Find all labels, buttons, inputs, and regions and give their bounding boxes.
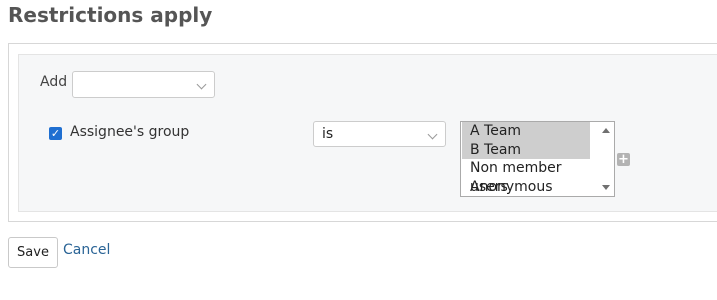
operator-value: is (322, 126, 334, 142)
add-label: Add (40, 74, 68, 90)
chevron-down-icon (427, 129, 438, 140)
list-option-non-member-users[interactable]: Non member users (461, 159, 589, 195)
add-condition-select[interactable] (72, 71, 215, 98)
add-values-button[interactable]: + (617, 153, 630, 166)
list-option-b-team[interactable]: B Team (462, 140, 590, 159)
list-option-a-team[interactable]: A Team (462, 122, 590, 141)
page-title: Restrictions apply (8, 3, 213, 27)
list-option-anonymous-users[interactable]: Anonymous users (461, 178, 589, 197)
save-button[interactable]: Save (8, 237, 58, 268)
assignee-group-checkbox[interactable]: ✓ (49, 127, 62, 140)
checkmark-icon: ✓ (50, 127, 61, 140)
cancel-link[interactable]: Cancel (63, 242, 110, 258)
chevron-down-icon (196, 79, 207, 90)
plus-icon: + (618, 152, 629, 167)
operator-select[interactable]: is (313, 121, 446, 147)
scroll-down-arrow-icon[interactable] (602, 185, 610, 190)
group-values-listbox[interactable]: A Team B Team Non member users Anonymous… (460, 121, 615, 197)
restrictions-panel: Add ✓ Assignee's group is A Team B Team … (8, 43, 717, 222)
assignee-group-label: Assignee's group (70, 124, 190, 140)
conditions-box: Add ✓ Assignee's group is A Team B Team … (18, 54, 717, 212)
scroll-up-arrow-icon[interactable] (602, 128, 610, 133)
